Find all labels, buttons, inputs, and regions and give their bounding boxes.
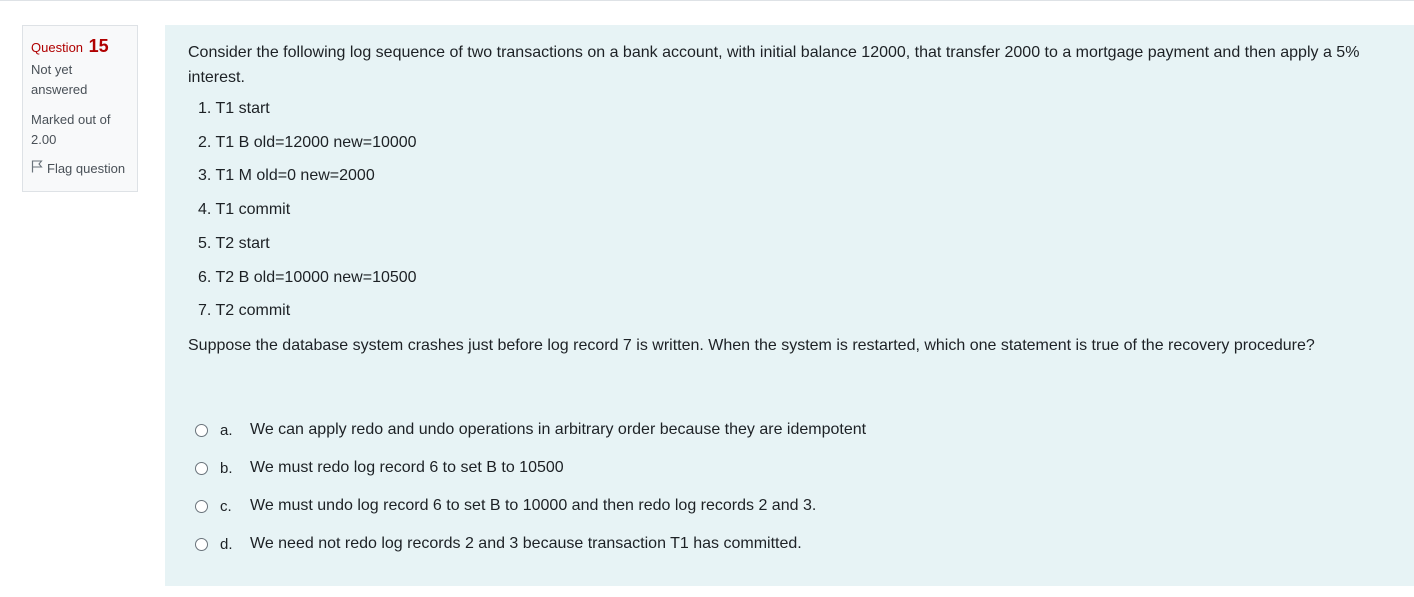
option-text[interactable]: We must undo log record 6 to set B to 10… [250,497,816,515]
answer-option-b[interactable]: b. We must redo log record 6 to set B to… [195,459,564,477]
question-prompt: Suppose the database system crashes just… [188,337,1315,354]
top-divider [0,0,1414,1]
state-line-2: answered [31,82,88,97]
state-line-1: Not yet [31,62,73,77]
log-record: 2. T1 B old=12000 new=10000 [198,134,417,151]
flag-icon [31,160,47,176]
question-info-panel: Question 15 Not yet answered Marked out … [22,25,138,192]
log-record: 6. T2 B old=10000 new=10500 [198,269,417,286]
option-text[interactable]: We must redo log record 6 to set B to 10… [250,459,564,477]
answer-option-d[interactable]: d. We need not redo log records 2 and 3 … [195,535,802,553]
log-record: 4. T1 commit [198,201,291,218]
question-grade: Marked out of 2.00 [31,110,129,150]
option-letter: d. [220,535,233,553]
question-intro: Consider the following log sequence of t… [188,44,1360,86]
radio-button-d[interactable] [195,537,208,551]
grade-line-1: Marked out of [31,112,111,127]
option-letter: c. [220,497,232,515]
option-letter: a. [220,421,233,439]
log-record: 3. T1 M old=0 new=2000 [198,167,375,184]
radio-button-c[interactable] [195,499,208,513]
log-record: 1. T1 start [198,100,270,117]
question-content: Consider the following log sequence of t… [165,25,1414,586]
option-text[interactable]: We can apply redo and undo operations in… [250,421,866,439]
flag-question-label: Flag question [47,160,126,176]
question-number-value: 15 [88,36,109,56]
answer-option-a[interactable]: a. We can apply redo and undo operations… [195,421,866,439]
grade-line-2: 2.00 [31,132,57,147]
log-record: 7. T2 commit [198,302,291,319]
option-text[interactable]: We need not redo log records 2 and 3 bec… [250,535,802,553]
answer-option-c[interactable]: c. We must undo log record 6 to set B to… [195,497,816,515]
log-record: 5. T2 start [198,235,270,252]
question-state: Not yet answered [31,60,129,100]
flag-question-button[interactable]: Flag question [31,160,129,176]
radio-button-b[interactable] [195,461,208,475]
option-letter: b. [220,459,233,477]
question-word: Question [31,40,84,55]
radio-button-a[interactable] [195,423,208,437]
question-number: Question 15 [31,36,129,60]
